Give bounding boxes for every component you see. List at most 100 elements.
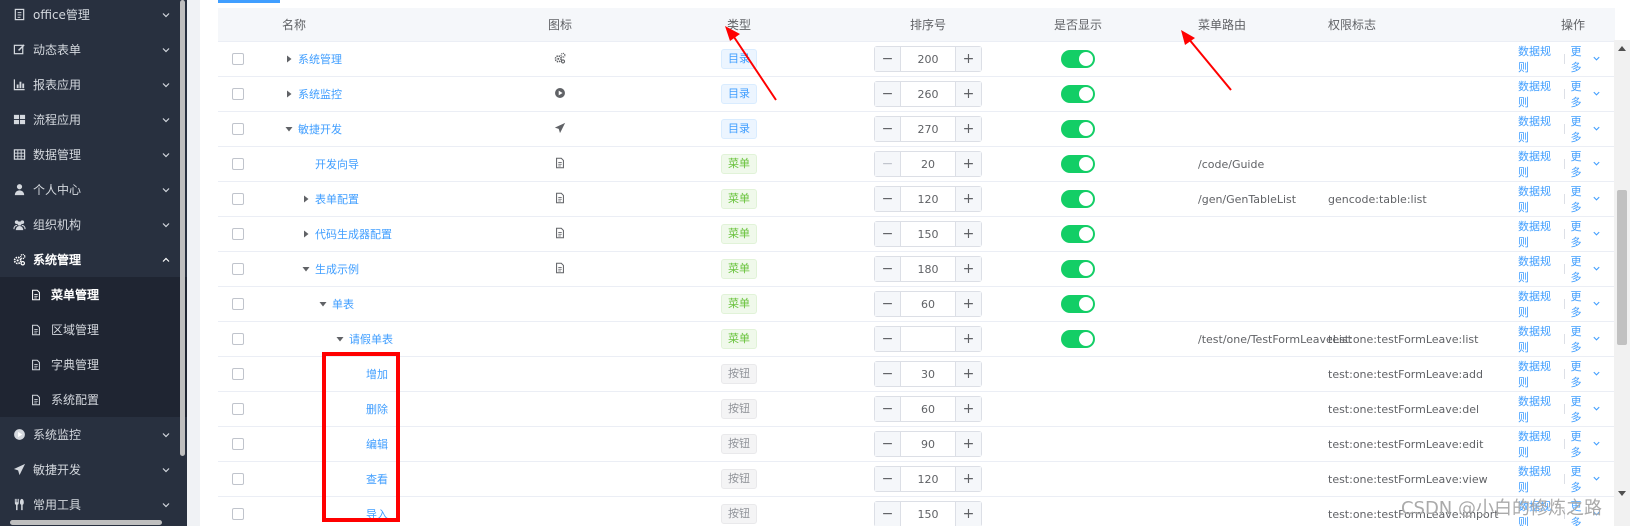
stepper-plus-button[interactable]: + bbox=[955, 502, 981, 526]
stepper-minus-button[interactable]: − bbox=[875, 362, 901, 386]
sidebar-item[interactable]: 组织机构 bbox=[0, 207, 187, 242]
sort-stepper[interactable]: −200 + bbox=[874, 46, 982, 72]
sidebar-item[interactable]: 系统监控 bbox=[0, 417, 187, 452]
more-dropdown[interactable]: 更多 bbox=[1570, 463, 1601, 495]
sort-input[interactable]: 180 bbox=[901, 257, 955, 281]
visible-toggle[interactable] bbox=[1061, 330, 1095, 348]
stepper-minus-button[interactable]: − bbox=[875, 82, 901, 106]
more-dropdown[interactable]: 更多 bbox=[1570, 288, 1601, 320]
stepper-minus-button[interactable]: − bbox=[875, 327, 901, 351]
more-dropdown[interactable]: 更多 bbox=[1570, 43, 1601, 75]
table-row[interactable]: 系统管理 目录 −200 + 数据规则 更多 bbox=[218, 42, 1615, 77]
sort-input[interactable]: 150 bbox=[901, 502, 955, 526]
visible-toggle[interactable] bbox=[1061, 295, 1095, 313]
sort-stepper[interactable]: −150 + bbox=[874, 501, 982, 526]
table-row[interactable]: 单表 菜单 −60 + 数据规则 更多 bbox=[218, 287, 1615, 322]
sort-stepper[interactable]: − + bbox=[874, 326, 982, 352]
sidebar-subitem[interactable]: 系统配置 bbox=[0, 382, 187, 417]
sort-input[interactable]: 30 bbox=[901, 362, 955, 386]
table-row[interactable]: 增加 按钮 −30 + test:one:testFormLeave:add 数据规则 更多 bbox=[218, 357, 1615, 392]
data-rule-link[interactable]: 数据规则 bbox=[1518, 288, 1558, 320]
sort-stepper[interactable]: −180 + bbox=[874, 256, 982, 282]
visible-toggle[interactable] bbox=[1061, 120, 1095, 138]
sort-stepper[interactable]: −150 + bbox=[874, 221, 982, 247]
data-rule-link[interactable]: 数据规则 bbox=[1518, 393, 1558, 425]
sidebar-item[interactable]: 数据管理 bbox=[0, 137, 187, 172]
more-dropdown[interactable]: 更多 bbox=[1570, 183, 1601, 215]
data-rule-link[interactable]: 数据规则 bbox=[1518, 323, 1558, 355]
sidebar-subitem[interactable]: 菜单管理 bbox=[0, 277, 187, 312]
row-checkbox[interactable] bbox=[232, 88, 244, 100]
stepper-plus-button[interactable]: + bbox=[955, 292, 981, 316]
more-dropdown[interactable]: 更多 bbox=[1570, 148, 1601, 180]
visible-toggle[interactable] bbox=[1061, 50, 1095, 68]
more-dropdown[interactable]: 更多 bbox=[1570, 218, 1601, 250]
sort-stepper[interactable]: −120 + bbox=[874, 466, 982, 492]
data-rule-link[interactable]: 数据规则 bbox=[1518, 218, 1558, 250]
sidebar-item[interactable]: 系统管理 bbox=[0, 242, 187, 277]
stepper-plus-button[interactable]: + bbox=[955, 432, 981, 456]
stepper-minus-button[interactable]: − bbox=[875, 47, 901, 71]
table-row[interactable]: 删除 按钮 −60 + test:one:testFormLeave:del 数据规则 更多 bbox=[218, 392, 1615, 427]
caret-down-icon[interactable] bbox=[316, 299, 330, 309]
stepper-plus-button[interactable]: + bbox=[955, 187, 981, 211]
stepper-plus-button[interactable]: + bbox=[955, 327, 981, 351]
visible-toggle[interactable] bbox=[1061, 155, 1095, 173]
row-checkbox[interactable] bbox=[232, 298, 244, 310]
row-checkbox[interactable] bbox=[232, 53, 244, 65]
table-row[interactable]: 代码生成器配置 菜单 −150 + 数据规则 更多 bbox=[218, 217, 1615, 252]
table-row[interactable]: 表单配置 菜单 −120 + /gen/GenTableList gencode:tabl… bbox=[218, 182, 1615, 217]
more-dropdown[interactable]: 更多 bbox=[1570, 358, 1601, 390]
caret-right-icon[interactable] bbox=[299, 229, 313, 239]
sort-input[interactable]: 270 bbox=[901, 117, 955, 141]
sort-stepper[interactable]: −20 + bbox=[874, 151, 982, 177]
stepper-minus-button[interactable]: − bbox=[875, 467, 901, 491]
sidebar-scrollbar[interactable] bbox=[180, 0, 185, 456]
sort-input[interactable]: 260 bbox=[901, 82, 955, 106]
stepper-minus-button[interactable]: − bbox=[875, 397, 901, 421]
row-name-link[interactable]: 开发向导 bbox=[315, 156, 359, 172]
row-checkbox[interactable] bbox=[232, 473, 244, 485]
visible-toggle[interactable] bbox=[1061, 85, 1095, 103]
stepper-minus-button[interactable]: − bbox=[875, 257, 901, 281]
caret-down-icon[interactable] bbox=[282, 124, 296, 134]
row-name-link[interactable]: 系统管理 bbox=[298, 51, 342, 67]
stepper-minus-button[interactable]: − bbox=[875, 502, 901, 526]
more-dropdown[interactable]: 更多 bbox=[1570, 393, 1601, 425]
more-dropdown[interactable]: 更多 bbox=[1570, 428, 1601, 460]
row-name-link[interactable]: 生成示例 bbox=[315, 261, 359, 277]
sidebar-item[interactable]: 敏捷开发 bbox=[0, 452, 187, 487]
row-checkbox[interactable] bbox=[232, 403, 244, 415]
visible-toggle[interactable] bbox=[1061, 225, 1095, 243]
caret-right-icon[interactable] bbox=[282, 54, 296, 64]
more-dropdown[interactable]: 更多 bbox=[1570, 78, 1601, 110]
data-rule-link[interactable]: 数据规则 bbox=[1518, 358, 1558, 390]
table-row[interactable]: 查看 按钮 −120 + test:one:testFormLeave:view 数据规则… bbox=[218, 462, 1615, 497]
more-dropdown[interactable]: 更多 bbox=[1570, 113, 1601, 145]
stepper-minus-button[interactable]: − bbox=[875, 222, 901, 246]
caret-right-icon[interactable] bbox=[282, 89, 296, 99]
stepper-plus-button[interactable]: + bbox=[955, 152, 981, 176]
sidebar-subitem[interactable]: 字典管理 bbox=[0, 347, 187, 382]
sidebar-item[interactable]: office管理 bbox=[0, 0, 187, 32]
sidebar-item[interactable]: 流程应用 bbox=[0, 102, 187, 137]
caret-down-icon[interactable] bbox=[333, 334, 347, 344]
row-checkbox[interactable] bbox=[232, 123, 244, 135]
stepper-minus-button[interactable]: − bbox=[875, 292, 901, 316]
sort-stepper[interactable]: −60 + bbox=[874, 291, 982, 317]
visible-toggle[interactable] bbox=[1061, 190, 1095, 208]
data-rule-link[interactable]: 数据规则 bbox=[1518, 463, 1558, 495]
row-name-link[interactable]: 表单配置 bbox=[315, 191, 359, 207]
stepper-minus-button[interactable]: − bbox=[875, 152, 901, 176]
sort-input[interactable]: 20 bbox=[901, 152, 955, 176]
row-checkbox[interactable] bbox=[232, 263, 244, 275]
sidebar-item[interactable]: 个人中心 bbox=[0, 172, 187, 207]
stepper-plus-button[interactable]: + bbox=[955, 467, 981, 491]
row-name-link[interactable]: 单表 bbox=[332, 296, 354, 312]
row-checkbox[interactable] bbox=[232, 228, 244, 240]
table-row[interactable]: 生成示例 菜单 −180 + 数据规则 更多 bbox=[218, 252, 1615, 287]
data-rule-link[interactable]: 数据规则 bbox=[1518, 183, 1558, 215]
caret-down-icon[interactable] bbox=[299, 264, 313, 274]
table-row[interactable]: 编辑 按钮 −90 + test:one:testFormLeave:edit 数据规则更… bbox=[218, 427, 1615, 462]
data-rule-link[interactable]: 数据规则 bbox=[1518, 253, 1558, 285]
